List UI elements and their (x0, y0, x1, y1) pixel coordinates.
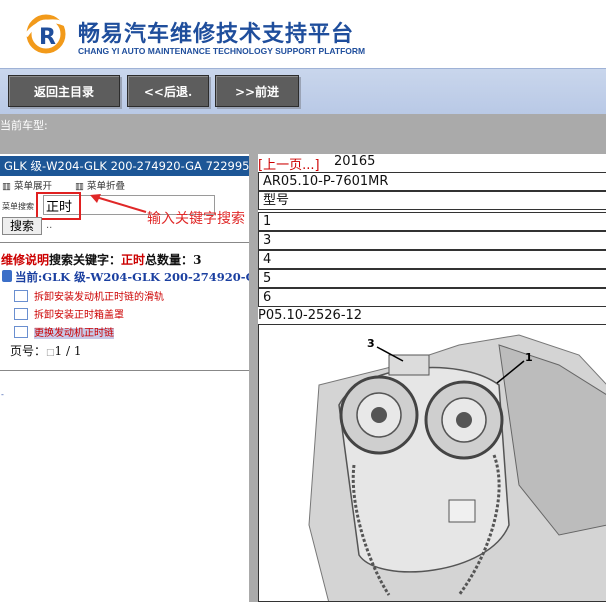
annotation-arrow-icon (90, 194, 147, 213)
nav-bar: 返回主目录 <<后退. >>前进 (0, 68, 606, 114)
document-icon (14, 308, 28, 320)
panel-splitter[interactable] (249, 154, 258, 602)
result-prefix: 维修说明 (1, 253, 50, 267)
table-row: 5 (258, 269, 606, 288)
divider (0, 242, 249, 243)
back-to-main-button[interactable]: 返回主目录 (8, 75, 120, 107)
figure-id: P05.10-2526-12 (258, 308, 363, 323)
right-panel: [上一页...] 20165 AR05.10-P-7601MR 型号 1 3 4… (258, 154, 606, 602)
search-label: 菜单搜索 (2, 202, 34, 211)
search-button[interactable]: 搜索 (2, 217, 42, 235)
prev-page-link[interactable]: [上一页...] (258, 154, 320, 173)
document-icon (14, 326, 28, 338)
page-checkbox-icon[interactable]: □ (46, 348, 55, 358)
figure-callout: 3 (367, 337, 375, 350)
brand-title: 畅易汽车维修技术支持平台 (78, 22, 355, 47)
table-row: 1 (258, 212, 606, 231)
table-row: 6 (258, 288, 606, 307)
search-highlight-box (36, 192, 81, 220)
page-label: 页号： (10, 344, 47, 358)
current-vehicle-label: 当前车型: (0, 119, 48, 132)
menu-expand[interactable]: ▥ 菜单展开 (2, 181, 62, 192)
annotation-text: 输入关键字搜索 (147, 211, 245, 227)
result-count: 3 (193, 253, 202, 267)
engine-timing-figure: 3 1 (258, 324, 606, 602)
page-root: R 畅易汽车维修技术支持平台 CHANG YI AUTO MAINTENANCE… (0, 0, 606, 602)
menu-controls: ▥ 菜单展开 ▥ 菜单折叠 (2, 178, 145, 192)
doc-id-row: AR05.10-P-7601MR (258, 172, 606, 191)
bottom-mark: - (1, 390, 4, 399)
tree-item[interactable]: 拆卸安装正时箱盖罩 (14, 306, 124, 322)
engine-timing-diagram: 3 1 (259, 325, 606, 601)
back-button[interactable]: <<后退. (127, 75, 209, 107)
logo-icon: R (24, 14, 70, 54)
result-mid: 搜索关键字： (49, 253, 122, 267)
page-value: 1 / 1 (54, 344, 82, 358)
divider (0, 370, 249, 371)
header: R 畅易汽车维修技术支持平台 CHANG YI AUTO MAINTENANCE… (0, 0, 606, 68)
forward-button[interactable]: >>前进 (215, 75, 299, 107)
pagination: 页号：□1 / 1 (10, 342, 81, 359)
document-icon (14, 290, 28, 302)
tree-item-selected[interactable]: 更换发动机正时链 (14, 324, 114, 340)
tree-item[interactable]: 拆卸安装发动机正时链的滑轨 (14, 288, 164, 304)
prev-page-number: 20165 (334, 154, 376, 169)
search-result-summary: 维修说明搜索关键字：正时总数量：3 (1, 251, 201, 268)
type-header-row: 型号 (258, 191, 606, 210)
figure-callout: 1 (525, 351, 533, 364)
svg-text:R: R (39, 25, 56, 50)
model-tab[interactable]: GLK 级-W204-GLK 200-274920-GA 722995 (0, 156, 249, 176)
menu-collapse[interactable]: ▥ 菜单折叠 (75, 181, 135, 192)
table-row: 3 (258, 231, 606, 250)
folder-icon (2, 270, 12, 282)
result-keyword: 正时 (121, 253, 146, 267)
result-count-label: 总数量： (145, 253, 194, 267)
current-vehicle-bar: 当前车型: (0, 114, 606, 154)
brand-subtitle: CHANG YI AUTO MAINTENANCE TECHNOLOGY SUP… (78, 46, 366, 56)
table-row: 4 (258, 250, 606, 269)
search-hint: .. (46, 220, 53, 231)
